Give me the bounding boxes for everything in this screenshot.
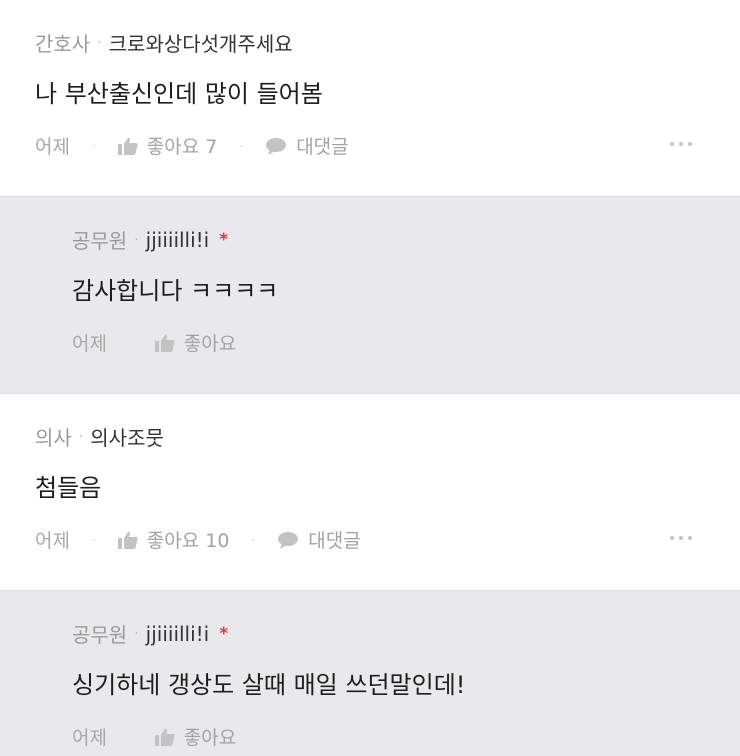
author-job: 공무원 [72,229,128,253]
action-separator: · [239,138,244,153]
reply-item: 공무원 · jjiiiilli!i * 감사합니다 ㅋㅋㅋㅋ 어제 · 좋아요 [0,197,740,393]
more-dots-icon[interactable] [670,132,692,156]
like-label: 좋아요 10 [146,530,230,552]
author-nickname[interactable]: jjiiiilli!i [146,228,210,252]
meta-separator: · [78,428,84,445]
comment-actions: 어제 · 좋아요 10 · 대댓글 [35,526,740,553]
action-separator: · [251,532,256,547]
comment-time: 어제 [35,136,70,158]
thumbs-up-icon [117,137,138,155]
reply-actions: 어제 · 좋아요 [72,723,740,750]
author-mark: * [219,229,229,250]
like-label: 좋아요 [183,727,237,749]
comment-author-line: 간호사 · 크로와상다섯개주세요 [35,28,293,57]
comment-actions: 어제 · 좋아요 7 · 대댓글 [35,132,740,159]
comment-author-line: 의사 · 의사조뭇 [35,422,164,451]
reply-time: 어제 [72,333,107,355]
meta-separator: · [97,34,102,51]
reply-text: 싱기하네 갱상도 살때 매일 쓰던말인데! [72,671,466,699]
like-button[interactable]: 좋아요 [154,329,237,356]
comment-text: 첨들음 [35,474,102,502]
thumbs-up-icon [154,334,175,352]
thumbs-up-icon [117,531,138,549]
like-label: 좋아요 7 [146,136,218,158]
reply-text: 감사합니다 ㅋㅋㅋㅋ [72,277,279,305]
reply-time: 어제 [72,727,107,749]
action-separator: · [91,532,96,547]
speech-bubble-icon [266,137,287,155]
author-nickname[interactable]: 크로와상다섯개주세요 [109,28,293,57]
author-job: 공무원 [72,623,128,647]
author-mark: * [219,623,229,644]
meta-separator: · [134,231,139,248]
comment-text: 나 부산출신인데 많이 들어봄 [35,80,323,108]
reply-label: 대댓글 [296,136,349,158]
author-job: 간호사 [35,32,91,56]
comment-time: 어제 [35,530,70,552]
comment-item: 간호사 · 크로와상다섯개주세요 나 부산출신인데 많이 들어봄 어제 · 좋아… [0,0,740,196]
reply-actions: 어제 · 좋아요 [72,329,740,356]
thumbs-up-icon [154,728,175,746]
action-separator: · [91,138,96,153]
like-button[interactable]: 좋아요 7 [117,132,218,159]
author-nickname[interactable]: jjiiiilli!i [146,622,210,646]
like-button[interactable]: 좋아요 10 [117,526,230,553]
reply-item: 공무원 · jjiiiilli!i * 싱기하네 갱상도 살때 매일 쓰던말인데… [0,591,740,756]
comment-item: 의사 · 의사조뭇 첨들음 어제 · 좋아요 10 · 대댓글 [0,394,740,590]
like-label: 좋아요 [183,333,237,355]
meta-separator: · [134,625,139,642]
reply-button[interactable]: 대댓글 [277,526,361,553]
speech-bubble-icon [278,531,299,549]
more-dots-icon[interactable] [670,526,692,550]
reply-button[interactable]: 대댓글 [265,132,349,159]
author-nickname[interactable]: 의사조뭇 [90,422,164,451]
reply-author-line: 공무원 · jjiiiilli!i * [72,225,228,254]
reply-author-line: 공무원 · jjiiiilli!i * [72,619,228,648]
reply-label: 대댓글 [308,530,361,552]
like-button[interactable]: 좋아요 [154,723,237,750]
author-job: 의사 [35,426,72,450]
